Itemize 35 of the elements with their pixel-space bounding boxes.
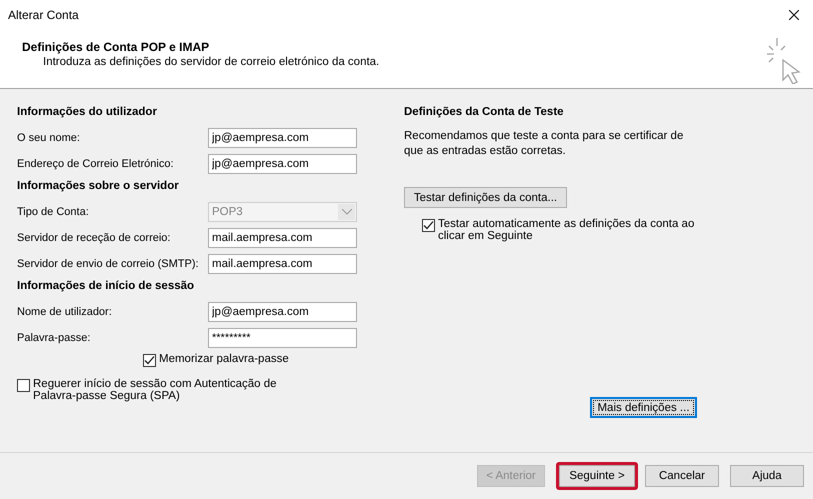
field-label: O seu nome:	[17, 132, 81, 144]
window-title: Alterar Conta	[8, 8, 79, 22]
field-label: Servidor de envio de correio (SMTP):	[17, 258, 200, 270]
dialog-button[interactable]: Seguinte >	[559, 465, 635, 487]
password-field[interactable]: *********	[208, 328, 357, 348]
header-title: Definições de Conta POP e IMAP	[22, 40, 210, 54]
input-field[interactable]: mail.aempresa.com	[208, 228, 357, 248]
field-label: Palavra-passe:	[17, 332, 92, 344]
description-text: Recomendamos que teste a conta para se certificar de que as entradas estão corretas.	[404, 129, 684, 159]
input-field[interactable]: mail.aempresa.com	[208, 254, 357, 274]
checkbox[interactable]	[17, 379, 30, 392]
input-field[interactable]: jp@aempresa.com	[208, 154, 357, 174]
checkbox-label: Reguerer início de sessão com Autenticação de Palavra-passe Segura (SPA)	[33, 378, 278, 402]
section-heading: Definições da Conta de Teste	[404, 106, 565, 120]
section-heading: Informações sobre o servidor	[17, 180, 180, 194]
test-settings-button[interactable]: Testar definições da conta...	[404, 187, 567, 208]
input-field[interactable]: jp@aempresa.com	[208, 302, 357, 322]
input-field[interactable]: jp@aempresa.com	[208, 128, 357, 148]
field-label: Tipo de Conta:	[17, 206, 90, 218]
cursor-click-icon	[765, 36, 801, 84]
dialog-button[interactable]: Ajuda	[730, 465, 804, 487]
field-label: Endereço de Correio Eletrónico:	[17, 158, 175, 170]
more-settings-button[interactable]: Mais definições ...	[590, 397, 697, 418]
checkbox[interactable]	[422, 219, 435, 232]
checkbox-label: Memorizar palavra-passe	[159, 353, 289, 365]
checkbox-label: Testar automaticamente as definições da conta ao clicar em Seguinte	[438, 218, 696, 242]
field-label: Nome de utilizador:	[17, 306, 113, 318]
dialog-button[interactable]: Cancelar	[645, 465, 719, 487]
section-heading: Informações do utilizador	[17, 106, 158, 120]
field-label: Servidor de receção de correio:	[17, 232, 172, 244]
chevron-down-icon	[342, 209, 352, 215]
checkbox[interactable]	[143, 354, 156, 367]
section-heading: Informações de início de sessão	[17, 280, 196, 294]
close-icon	[789, 10, 799, 20]
header-subtitle: Introduza as definições do servidor de correio eletrónico da conta.	[42, 56, 380, 68]
